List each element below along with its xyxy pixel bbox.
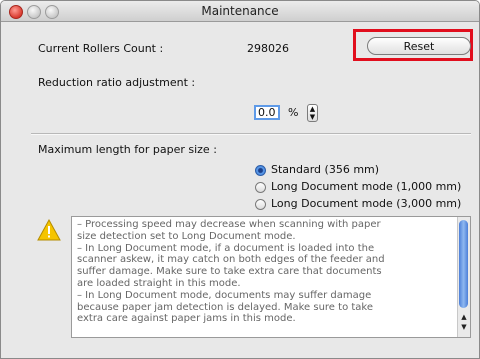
- scroll-thumb[interactable]: [459, 220, 468, 308]
- message-line: size detection set to Long Document mode…: [77, 230, 296, 242]
- scroll-up-icon[interactable]: ▲: [458, 313, 470, 321]
- percent-unit: %: [288, 106, 299, 119]
- scroll-down-icon[interactable]: ▼: [458, 323, 470, 331]
- message-line: suffer damage. Make sure to take extra c…: [77, 266, 382, 278]
- rollers-count-value: 298026: [247, 42, 289, 55]
- radio-long-3000[interactable]: [255, 199, 266, 210]
- message-box[interactable]: – Processing speed may decrease when sca…: [71, 216, 471, 338]
- radio-standard-label[interactable]: Standard (356 mm): [271, 163, 379, 176]
- reset-button[interactable]: Reset: [367, 37, 471, 55]
- message-line: – In Long Document mode, documents may s…: [77, 289, 372, 301]
- warning-icon: [37, 219, 61, 241]
- message-line: – Processing speed may decrease when sca…: [77, 219, 381, 230]
- separator: [31, 133, 471, 135]
- reduction-ratio-label: Reduction ratio adjustment :: [38, 76, 196, 89]
- stepper-icon[interactable]: ▲ ▼: [307, 104, 318, 122]
- radio-long-3000-label[interactable]: Long Document mode (3,000 mm): [271, 197, 461, 210]
- message-line: scanner askew, it may catch on both edge…: [77, 254, 385, 266]
- maintenance-window: Maintenance Current Rollers Count : 2980…: [0, 0, 480, 359]
- message-line: – In Long Document mode, if a document i…: [77, 242, 375, 254]
- rollers-count-label: Current Rollers Count :: [38, 42, 164, 55]
- radio-long-1000[interactable]: [255, 182, 266, 193]
- window-title: Maintenance: [201, 4, 279, 18]
- message-text: – Processing speed may decrease when sca…: [77, 219, 453, 325]
- radio-standard[interactable]: [255, 165, 266, 176]
- title-bar: Maintenance: [1, 1, 479, 22]
- message-line: extra care against paper jams in this mo…: [77, 313, 296, 325]
- radio-long-1000-label[interactable]: Long Document mode (1,000 mm): [271, 180, 461, 193]
- message-scrollbar[interactable]: ▲ ▼: [457, 217, 470, 337]
- message-line: because paper jam detection is delayed. …: [77, 301, 373, 313]
- paper-size-label: Maximum length for paper size :: [38, 143, 217, 156]
- message-line: are loaded straight in this mode.: [77, 277, 241, 289]
- reduction-ratio-input[interactable]: 0.0: [254, 105, 280, 120]
